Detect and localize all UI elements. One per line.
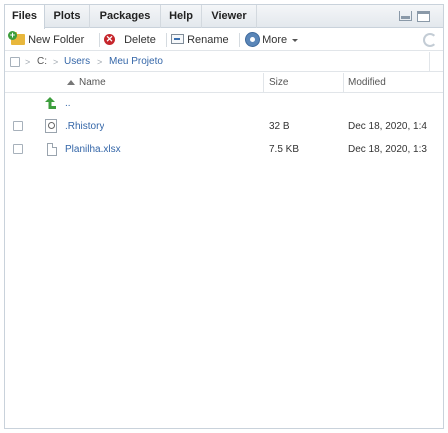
breadcrumb-root[interactable]: C: <box>37 52 47 72</box>
refresh-icon[interactable] <box>423 33 437 47</box>
table-row[interactable]: Planilha.xlsx 7.5 KB Dec 18, 2020, 1:3 <box>5 138 443 161</box>
sort-ascending-icon <box>67 80 75 85</box>
divider <box>429 52 430 72</box>
toolbar-divider <box>99 33 100 47</box>
column-header: Name Size Modified <box>5 73 443 93</box>
parent-directory-row[interactable]: .. <box>5 92 443 115</box>
minimize-pane-icon[interactable] <box>399 11 412 21</box>
tab-help[interactable]: Help <box>161 5 202 28</box>
column-modified[interactable]: Modified <box>348 73 386 93</box>
tab-viewer[interactable]: Viewer <box>202 5 257 28</box>
files-toolbar: New Folder ✕ Delete Rename More <box>5 29 443 51</box>
column-divider <box>343 73 344 93</box>
tab-strip: Files Plots Packages Help Viewer <box>5 5 443 29</box>
file-size: 7.5 KB <box>269 144 300 155</box>
file-name[interactable]: .Rhistory <box>65 115 104 138</box>
rename-label: Rename <box>187 34 229 46</box>
table-row[interactable]: .Rhistory 32 B Dec 18, 2020, 1:4 <box>5 115 443 138</box>
chevron-right-icon: > <box>53 57 59 67</box>
file-icon <box>47 143 57 156</box>
chevron-right-icon: > <box>97 57 103 67</box>
rename-button[interactable]: Rename <box>171 29 229 51</box>
delete-label: Delete <box>124 34 156 46</box>
delete-button[interactable]: ✕ Delete <box>104 29 156 51</box>
new-folder-icon <box>8 30 25 45</box>
select-all-checkbox[interactable] <box>10 57 20 67</box>
gear-icon <box>246 32 259 46</box>
go-up-icon <box>45 97 56 109</box>
file-name[interactable]: Planilha.xlsx <box>65 138 121 161</box>
parent-directory-label: .. <box>65 98 71 109</box>
more-button[interactable]: More <box>246 29 299 51</box>
maximize-pane-icon[interactable] <box>417 11 430 22</box>
column-size[interactable]: Size <box>269 73 288 93</box>
tab-files[interactable]: Files <box>5 5 45 29</box>
files-pane: Files Plots Packages Help Viewer New Fol… <box>4 4 444 429</box>
history-file-icon <box>45 119 57 133</box>
delete-icon: ✕ <box>104 33 115 45</box>
tab-packages[interactable]: Packages <box>90 5 161 28</box>
column-divider <box>263 73 264 93</box>
rename-icon <box>171 34 184 45</box>
chevron-down-icon <box>292 38 299 42</box>
row-checkbox[interactable] <box>13 144 23 154</box>
breadcrumb-users[interactable]: Users <box>64 52 90 72</box>
new-folder-label: New Folder <box>28 34 85 46</box>
toolbar-divider <box>239 33 240 47</box>
chevron-right-icon: > <box>25 57 31 67</box>
more-label: More <box>262 34 288 46</box>
column-name[interactable]: Name <box>79 73 106 93</box>
breadcrumb: > C: > Users > Meu Projeto <box>5 52 443 72</box>
tab-plots[interactable]: Plots <box>45 5 90 28</box>
file-modified: Dec 18, 2020, 1:4 <box>348 121 427 132</box>
row-checkbox[interactable] <box>13 121 23 131</box>
new-folder-button[interactable]: New Folder <box>8 29 85 51</box>
file-modified: Dec 18, 2020, 1:3 <box>348 144 427 155</box>
file-size: 32 B <box>269 121 290 132</box>
breadcrumb-current[interactable]: Meu Projeto <box>109 52 163 72</box>
toolbar-divider <box>166 33 167 47</box>
